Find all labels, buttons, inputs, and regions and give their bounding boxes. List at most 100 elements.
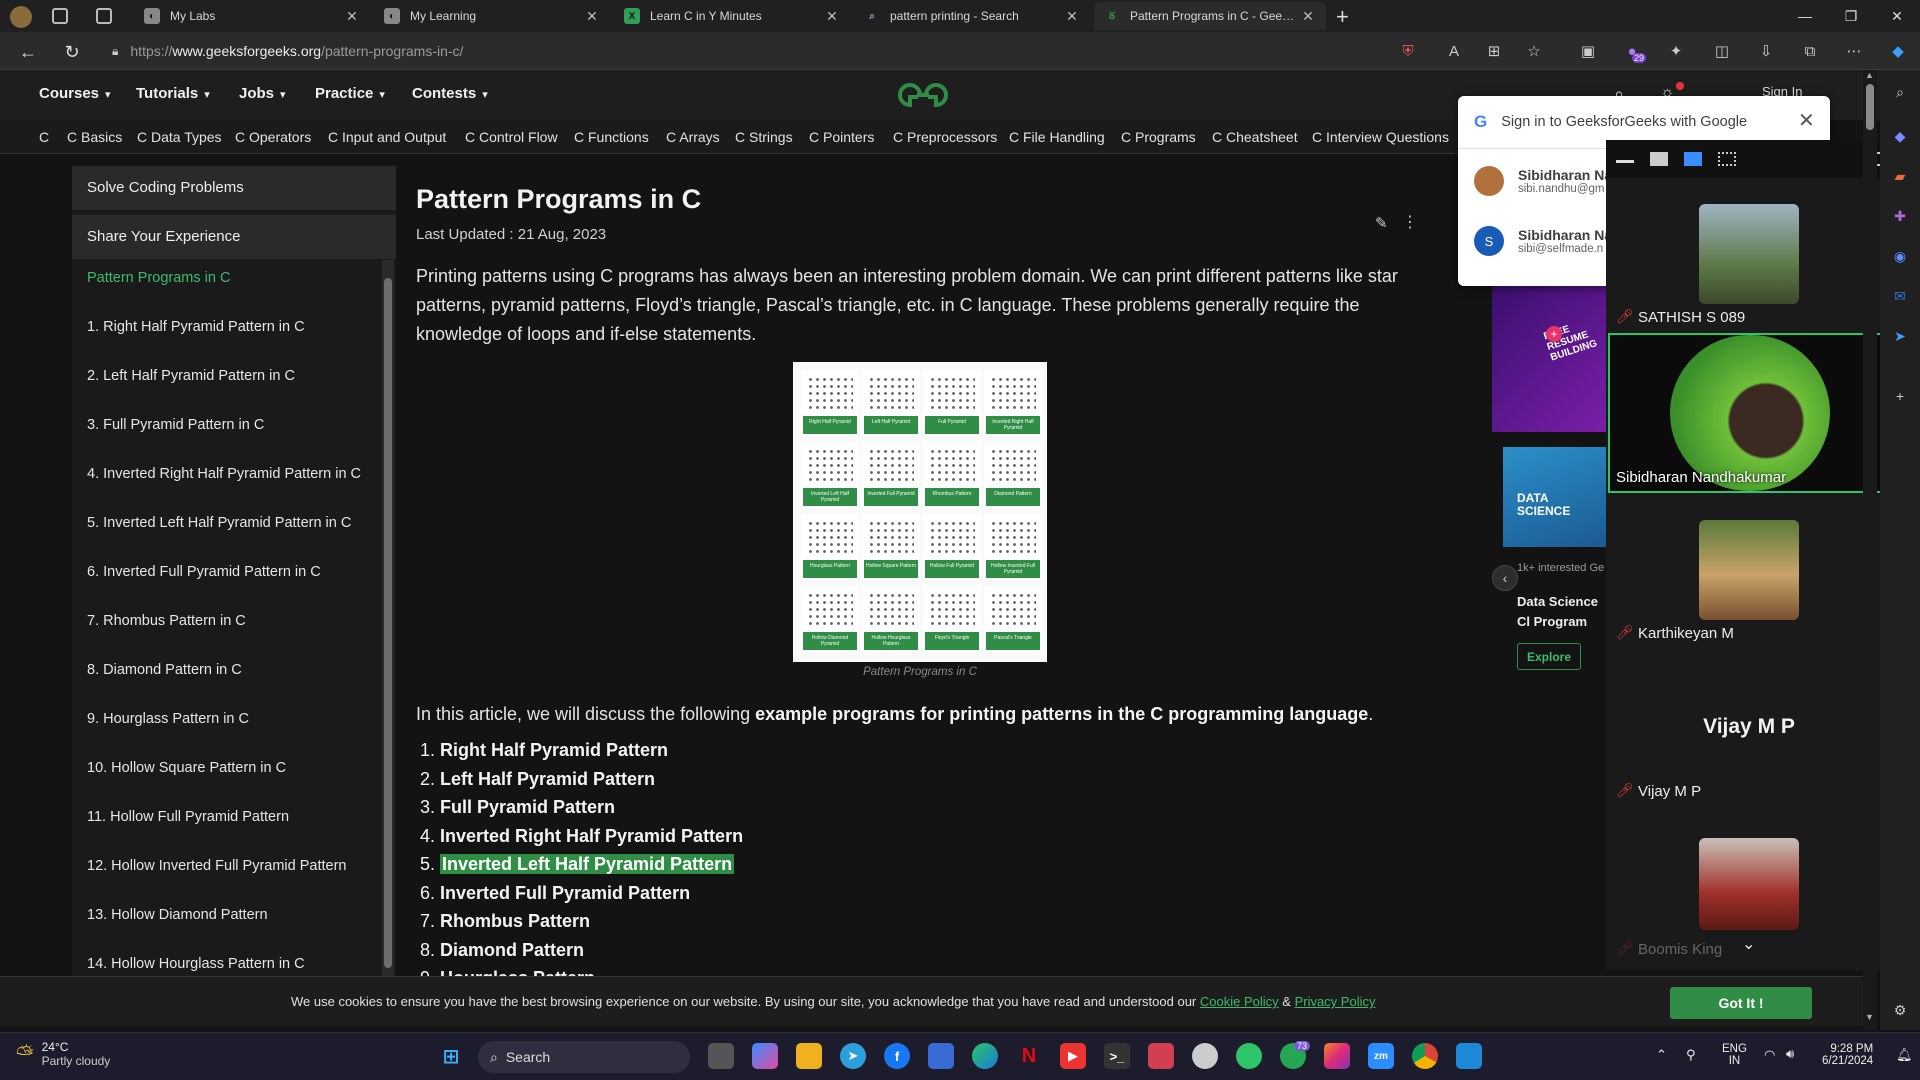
scrollbar-thumb[interactable] — [384, 278, 392, 968]
app-available-icon[interactable]: ⊞ — [1484, 41, 1504, 61]
sidebar-item[interactable]: 2. Left Half Pyramid Pattern in C — [87, 368, 295, 384]
subnav-item[interactable]: C Preprocessors — [893, 129, 997, 145]
location-icon[interactable]: ⚲ — [1686, 1047, 1696, 1063]
privacy-policy-link[interactable]: Privacy Policy — [1295, 994, 1376, 1009]
extensions-icon[interactable]: ✦ — [1666, 41, 1686, 61]
vscode-icon[interactable] — [1456, 1043, 1482, 1069]
subnav-item[interactable]: C Control Flow — [465, 129, 558, 145]
close-window-button[interactable]: ✕ — [1874, 0, 1920, 32]
sidebar-item[interactable]: 13. Hollow Diamond Pattern — [87, 907, 268, 923]
explore-button[interactable]: Explore — [1517, 643, 1581, 670]
subnav-item[interactable]: C Strings — [735, 129, 793, 145]
scroll-up-icon[interactable]: ▲ — [1865, 70, 1874, 80]
start-icon[interactable]: ⊞ — [438, 1043, 464, 1069]
speaker-view-icon[interactable] — [1684, 152, 1702, 166]
sidebar-item[interactable]: 7. Rhombus Pattern in C — [87, 613, 246, 629]
weather-widget[interactable]: ⛅︎ 24°C Partly cloudy — [16, 1040, 110, 1068]
subnav-item[interactable]: C Basics — [67, 129, 122, 145]
gfg-logo[interactable] — [893, 78, 953, 112]
nav-courses[interactable]: Courses ▾ — [39, 85, 111, 102]
back-button[interactable]: ← — [14, 38, 42, 66]
sidebar-item[interactable]: 3. Full Pyramid Pattern in C — [87, 417, 264, 433]
sidebar-item[interactable]: 4. Inverted Right Half Pyramid Pattern i… — [87, 466, 361, 482]
close-icon[interactable]: ✕ — [1064, 8, 1080, 25]
downloads-icon[interactable]: ⇩ — [1756, 41, 1776, 61]
grid-view-icon[interactable] — [1718, 152, 1736, 166]
scroll-down-icon[interactable]: ▼ — [1865, 1012, 1874, 1022]
chevron-up-icon[interactable]: ⌃ — [1656, 1047, 1667, 1063]
sidebar-item[interactable]: 5. Inverted Left Half Pyramid Pattern in… — [87, 515, 351, 531]
screencast-icon[interactable]: ▣ — [1578, 41, 1598, 61]
youtube-icon[interactable]: ▶ — [1060, 1043, 1086, 1069]
subnav-item[interactable]: C Input and Output — [328, 129, 446, 145]
send-icon[interactable]: ➤ — [1890, 326, 1910, 346]
sidebar-item[interactable]: 1. Right Half Pyramid Pattern in C — [87, 319, 305, 335]
tab-learn-c[interactable]: X Learn C in Y Minutes ✕ — [614, 2, 850, 30]
pattern-list-item[interactable]: 3. Full Pyramid Pattern — [420, 797, 615, 818]
pattern-list-item[interactable]: 5. Inverted Left Half Pyramid Pattern — [420, 854, 735, 875]
subnav-item[interactable]: C Operators — [235, 129, 311, 145]
got-it-button[interactable]: Got It ! — [1670, 987, 1812, 1019]
subnav-item[interactable]: C Data Types — [137, 129, 222, 145]
edit-icon[interactable]: ✎ — [1375, 214, 1388, 232]
profile-icon[interactable] — [10, 6, 32, 28]
shield-icon[interactable]: ⛨ — [1398, 41, 1418, 61]
subnav-item[interactable]: C File Handling — [1009, 129, 1105, 145]
url-field[interactable]: 🔒︎ https://www.geeksforgeeks.org/pattern… — [112, 37, 1392, 65]
taskbar-search[interactable]: ⌕ Search — [478, 1041, 690, 1073]
resume-ad-banner[interactable]: FREE RESUME BUILDING + — [1492, 282, 1610, 432]
sidebar-item-current[interactable]: Pattern Programs in C — [87, 270, 230, 286]
new-tab-button[interactable]: + — [1336, 4, 1349, 30]
copilot-icon[interactable]: ◆ — [1888, 41, 1908, 61]
subnav-item[interactable]: C Cheatsheet — [1212, 129, 1298, 145]
tab-pattern-search[interactable]: ⌕ pattern printing - Search ✕ — [854, 2, 1090, 30]
games-icon[interactable]: ◉ — [1890, 246, 1910, 266]
pattern-list-item[interactable]: 4. Inverted Right Half Pyramid Pattern — [420, 826, 743, 847]
share-experience-card[interactable]: Share Your Experience — [72, 215, 396, 259]
scrollbar-thumb[interactable] — [1866, 84, 1874, 130]
refresh-button[interactable]: ↻ — [58, 38, 86, 66]
nav-practice[interactable]: Practice ▾ — [315, 85, 385, 102]
favorite-star-icon[interactable]: ☆ — [1524, 41, 1544, 61]
notifications-icon[interactable]: 🔔︎ — [1896, 1047, 1913, 1063]
chevron-down-icon[interactable]: ⌄ — [1742, 934, 1755, 954]
subnav-item[interactable]: C Interview Questions — [1312, 129, 1449, 145]
solve-problems-card[interactable]: Solve Coding Problems — [72, 166, 396, 210]
close-icon[interactable]: ✕ — [344, 8, 360, 25]
add-icon[interactable]: + — [1890, 386, 1910, 406]
facebook-icon[interactable]: f — [884, 1043, 910, 1069]
active-speaker-tile[interactable]: Sibidharan Nandhakumar — [1608, 333, 1890, 493]
subnav-item[interactable]: C — [39, 129, 49, 145]
subnav-item[interactable]: C Programs — [1121, 129, 1196, 145]
subnav-item[interactable]: C Arrays — [666, 129, 720, 145]
more-options-icon[interactable]: ⋯ — [1844, 41, 1864, 61]
cookie-policy-link[interactable]: Cookie Policy — [1200, 994, 1279, 1009]
wifi-icon[interactable]: ◠ — [1764, 1047, 1775, 1063]
sidebar-item[interactable]: 12. Hollow Inverted Full Pyramid Pattern — [87, 858, 347, 874]
nav-jobs[interactable]: Jobs ▾ — [239, 85, 286, 102]
task-view-icon[interactable] — [708, 1043, 734, 1069]
clock[interactable]: 9:28 PM 6/21/2024 — [1822, 1043, 1873, 1067]
google-account-2[interactable]: S Sibidharan Na sibi@selfmade.n — [1474, 226, 1612, 256]
close-icon[interactable]: ✕ — [1798, 108, 1815, 133]
tab-my-learning[interactable]: ◐ My Learning ✕ — [374, 2, 610, 30]
sidebar-item[interactable]: 11. Hollow Full Pyramid Pattern — [87, 809, 289, 825]
sidebar-item[interactable]: 14. Hollow Hourglass Pattern in C — [87, 956, 305, 972]
nav-contests[interactable]: Contests ▾ — [412, 85, 488, 102]
minimize-button[interactable]: — — [1782, 0, 1828, 32]
sidebar-item[interactable]: 10. Hollow Square Pattern in C — [87, 760, 286, 776]
close-icon[interactable]: ✕ — [584, 8, 600, 25]
chevron-left-icon[interactable]: ‹ — [1492, 565, 1518, 591]
shopping-icon[interactable]: ▰ — [1890, 166, 1910, 186]
tab-my-labs[interactable]: ◐ My Labs ✕ — [134, 2, 370, 30]
language-indicator[interactable]: ENG IN — [1722, 1043, 1747, 1067]
pattern-list-item[interactable]: 2. Left Half Pyramid Pattern — [420, 769, 655, 790]
zoom-icon[interactable]: zm — [1368, 1043, 1394, 1069]
tab-actions-icon[interactable] — [96, 8, 112, 24]
close-icon[interactable]: ✕ — [824, 8, 840, 25]
sidebar-scrollbar[interactable] — [382, 260, 394, 976]
pattern-list-item[interactable]: 8. Diamond Pattern — [420, 940, 584, 961]
participant-tile[interactable]: 🎤︎ Boomis King ⌄ — [1606, 810, 1892, 970]
clock-icon[interactable] — [1192, 1043, 1218, 1069]
whatsapp-icon[interactable] — [1236, 1043, 1262, 1069]
